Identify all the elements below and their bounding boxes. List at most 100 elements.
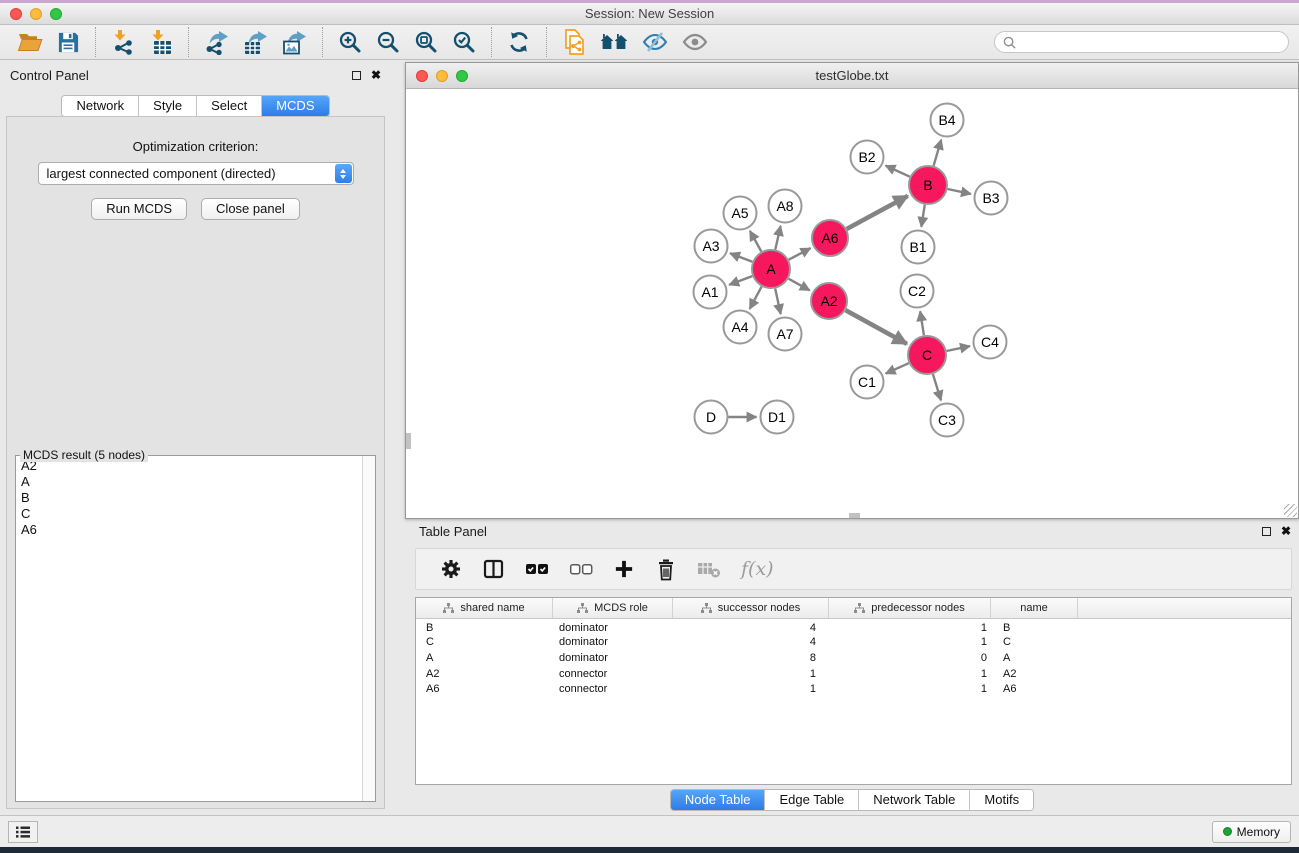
cell-mcds_role[interactable]: dominator [553, 635, 673, 651]
import-table-button[interactable] [149, 27, 173, 57]
cell-shared_name[interactable]: B [416, 619, 553, 635]
tab-node-table[interactable]: Node Table [671, 790, 766, 810]
cell-successor_nodes[interactable]: 4 [673, 619, 829, 635]
delete-column-button[interactable] [655, 554, 677, 584]
mcds-result-box: MCDS result (5 nodes) A2ABCA6 [15, 455, 376, 802]
delete-table-button[interactable] [697, 554, 721, 584]
function-builder-button[interactable]: f(x) [741, 554, 774, 584]
table-row[interactable]: A2connector11A2 [416, 666, 1291, 682]
open-file-button[interactable] [17, 27, 43, 57]
run-mcds-button[interactable]: Run MCDS [91, 198, 187, 220]
cell-successor_nodes[interactable]: 8 [673, 650, 829, 666]
zoom-selected-button[interactable] [452, 27, 476, 57]
cell-name[interactable]: A6 [991, 681, 1078, 697]
tab-motifs[interactable]: Motifs [970, 790, 1033, 810]
memory-button[interactable]: Memory [1212, 821, 1291, 843]
tab-network[interactable]: Network [62, 96, 139, 116]
task-history-button[interactable] [8, 821, 38, 843]
float-table-panel-icon[interactable] [1262, 527, 1271, 536]
refresh-button[interactable] [507, 27, 531, 57]
memory-label: Memory [1237, 825, 1280, 839]
cell-shared_name[interactable]: A [416, 650, 553, 666]
cell-filler [1078, 619, 1291, 635]
cell-shared_name[interactable]: A2 [416, 666, 553, 682]
table-row[interactable]: Adominator80A [416, 650, 1291, 666]
cell-name[interactable]: A [991, 650, 1078, 666]
cell-mcds_role[interactable]: dominator [553, 619, 673, 635]
cell-shared_name[interactable]: A6 [416, 681, 553, 697]
cell-successor_nodes[interactable]: 1 [673, 666, 829, 682]
result-item[interactable]: A6 [21, 522, 370, 538]
close-table-panel-icon[interactable]: ✖ [1281, 525, 1291, 537]
close-panel-button[interactable]: Close panel [201, 198, 300, 220]
mcds-result-list[interactable]: A2ABCA6 [16, 456, 375, 540]
import-network-button[interactable] [111, 27, 135, 57]
new-network-from-selection-button[interactable] [562, 27, 586, 57]
graph-edge [933, 374, 941, 400]
unselect-all-button[interactable] [569, 554, 593, 584]
table-row[interactable]: A6connector11A6 [416, 681, 1291, 697]
cell-predecessor_nodes[interactable]: 1 [829, 681, 991, 697]
tab-network-table[interactable]: Network Table [859, 790, 970, 810]
criterion-dropdown[interactable]: largest connected component (directed) [38, 162, 354, 185]
cell-successor_nodes[interactable]: 1 [673, 681, 829, 697]
select-all-button[interactable] [525, 554, 549, 584]
save-session-button[interactable] [57, 27, 80, 57]
cell-shared_name[interactable]: C [416, 635, 553, 651]
column-header-mcds-role[interactable]: MCDS role [553, 598, 673, 618]
cell-predecessor_nodes[interactable]: 1 [829, 666, 991, 682]
add-column-button[interactable] [613, 554, 635, 584]
search-input[interactable] [1021, 35, 1280, 49]
column-header-predecessor-nodes[interactable]: predecessor nodes [829, 598, 991, 618]
column-header-name[interactable]: name [991, 598, 1078, 618]
cell-predecessor_nodes[interactable]: 0 [829, 650, 991, 666]
cell-predecessor_nodes[interactable]: 1 [829, 619, 991, 635]
zoom-out-button[interactable] [376, 27, 400, 57]
canvas-vertical-scrollbar[interactable] [406, 433, 411, 449]
network-overview-button[interactable] [600, 27, 628, 57]
node-table[interactable]: shared name MCDS role successor nodes pr… [415, 597, 1292, 785]
cell-successor_nodes[interactable]: 4 [673, 635, 829, 651]
result-item[interactable]: A [21, 474, 370, 490]
zoom-in-button[interactable] [338, 27, 362, 57]
cell-predecessor_nodes[interactable]: 1 [829, 635, 991, 651]
hide-graphics-details-button[interactable] [642, 27, 668, 57]
cell-mcds_role[interactable]: dominator [553, 650, 673, 666]
graph-node-label: A1 [701, 284, 718, 300]
export-network-button[interactable] [204, 27, 229, 57]
tab-edge-table[interactable]: Edge Table [765, 790, 859, 810]
cell-name[interactable]: A2 [991, 666, 1078, 682]
network-window-titlebar[interactable]: testGlobe.txt [406, 63, 1298, 89]
table-row[interactable]: Bdominator41B [416, 619, 1291, 635]
tab-select[interactable]: Select [197, 96, 262, 116]
node-table-body[interactable]: Bdominator41BCdominator41CAdominator80AA… [416, 619, 1291, 697]
result-scrollbar[interactable] [362, 456, 375, 801]
close-panel-icon[interactable]: ✖ [371, 69, 381, 81]
resize-grip[interactable] [1284, 504, 1297, 517]
search-field[interactable] [994, 31, 1289, 53]
result-item[interactable]: C [21, 506, 370, 522]
split-columns-button[interactable] [482, 554, 505, 584]
show-graphics-details-button[interactable] [682, 27, 708, 57]
table-row[interactable]: Cdominator41C [416, 635, 1291, 651]
export-table-button[interactable] [243, 27, 268, 57]
result-item[interactable]: B [21, 490, 370, 506]
tab-mcds[interactable]: MCDS [262, 96, 328, 116]
cell-name[interactable]: B [991, 619, 1078, 635]
column-header-shared-name[interactable]: shared name [416, 598, 553, 618]
table-settings-button[interactable] [440, 554, 462, 584]
float-panel-icon[interactable] [352, 71, 361, 80]
export-image-button[interactable] [282, 27, 307, 57]
list-icon [15, 825, 31, 839]
column-header-successor-nodes[interactable]: successor nodes [673, 598, 829, 618]
tab-style[interactable]: Style [139, 96, 197, 116]
cell-name[interactable]: C [991, 635, 1078, 651]
graph-node-label: B2 [858, 149, 875, 165]
graph-edge [920, 311, 924, 335]
cell-mcds_role[interactable]: connector [553, 681, 673, 697]
network-canvas[interactable]: B4B2BB3A8A5A6A3B1AA1C2A2A4A7CC4C1C3DD1 [406, 89, 1298, 518]
cell-mcds_role[interactable]: connector [553, 666, 673, 682]
zoom-fit-button[interactable] [414, 27, 438, 57]
app-titlebar: Session: New Session [0, 3, 1299, 25]
canvas-horizontal-scrollbar[interactable] [849, 513, 860, 518]
